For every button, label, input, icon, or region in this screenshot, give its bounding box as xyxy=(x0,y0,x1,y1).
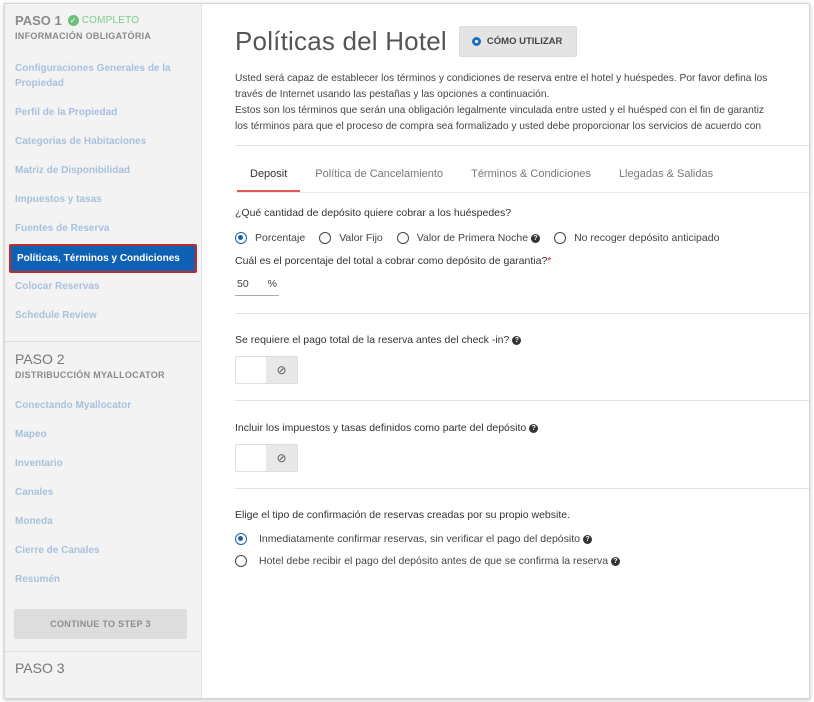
step3-title: PASO 3 xyxy=(15,660,65,676)
deposit-question: ¿Qué cantidad de depósito quiere cobrar … xyxy=(235,207,512,219)
step2-header: PASO 2 DISTRIBUCCIÓN MYALLOCATOR xyxy=(5,342,201,380)
sidebar-item-policies[interactable]: Políticas, Términos y Condiciones xyxy=(9,244,197,273)
info-icon xyxy=(471,37,481,46)
sidebar-item-property-settings[interactable]: Configuraciones Generales de la Propieda… xyxy=(5,55,201,99)
radio-button[interactable] xyxy=(554,232,567,244)
intro-text: Usted será capaz de establecer los térmi… xyxy=(235,71,809,135)
percent-input[interactable]: 50 % xyxy=(235,276,279,296)
radio-label: Valor de Primera Noche? xyxy=(417,232,541,244)
radio-label: Inmediatamente confirmar reservas, sin v… xyxy=(259,533,592,545)
sidebar-item-property-profile[interactable]: Perfil de la Propiedad xyxy=(5,99,201,128)
main-content: Políticas del Hotel CÓMO UTILIZAR Usted … xyxy=(235,4,809,698)
include-taxes-section: Incluir los impuestos y tasas definidos … xyxy=(235,422,809,472)
radio-button[interactable] xyxy=(235,555,247,567)
continue-step3-button[interactable]: CONTINUE TO STEP 3 xyxy=(14,609,187,639)
tab-cancellation[interactable]: Política de Cancelamiento xyxy=(302,163,456,192)
step1-header: PASO 1 ✓ COMPLETO INFORMACIÓN OBLIGATÓRI… xyxy=(5,4,201,41)
intro-divider xyxy=(235,145,809,146)
sidebar-item-place-reservations[interactable]: Colocar Reservas xyxy=(5,273,201,302)
sidebar-item-availability-matrix[interactable]: Matriz de Disponibilidad xyxy=(5,157,201,186)
tab-deposit[interactable]: Deposit xyxy=(237,163,301,192)
step1-title: PASO 1 xyxy=(15,13,62,28)
sidebar-item-taxes-fees[interactable]: Impuestos y tasas xyxy=(5,186,201,215)
section-divider xyxy=(235,313,809,314)
sidebar-item-room-categories[interactable]: Categorias de Habitaciones xyxy=(5,128,201,157)
intro-line: Estos son los términos que serán una obl… xyxy=(235,105,764,116)
sidebar-item-summary[interactable]: Resumén xyxy=(5,566,201,595)
radio-label: Valor Fijo xyxy=(339,232,383,244)
sidebar-item-booking-sources[interactable]: Fuentes de Reserva xyxy=(5,215,201,244)
sidebar-item-inventory[interactable]: Inventario xyxy=(5,450,201,479)
deposit-amount-section: ¿Qué cantidad de depósito quiere cobrar … xyxy=(235,207,809,296)
radio-button[interactable] xyxy=(319,232,332,244)
section-divider xyxy=(235,488,809,489)
step2-subtitle: DISTRIBUCCIÓN MYALLOCATOR xyxy=(15,370,165,380)
intro-line: Usted será capaz de establecer los térmi… xyxy=(235,73,768,84)
radio-confirm-after-payment[interactable]: Hotel debe recibir el pago del depósito … xyxy=(235,555,809,567)
tab-terms[interactable]: Términos & Condiciones xyxy=(458,163,604,192)
radio-button-checked[interactable] xyxy=(235,232,247,244)
how-to-use-button[interactable]: CÓMO UTILIZAR xyxy=(458,26,578,57)
include-taxes-toggle[interactable]: ⊘ xyxy=(235,444,298,472)
radio-button-checked[interactable] xyxy=(235,533,247,545)
intro-line: los términos para que el proceso de comp… xyxy=(235,121,762,132)
include-taxes-question: Incluir los impuestos y tasas definidos … xyxy=(235,422,809,434)
toggle-off-icon: ⊘ xyxy=(266,357,297,383)
help-icon[interactable]: ? xyxy=(529,423,539,433)
help-icon[interactable]: ? xyxy=(611,556,621,566)
step1-nav: Configuraciones Generales de la Propieda… xyxy=(5,55,201,331)
required-mark: * xyxy=(547,255,552,267)
confirmation-question: Elige el tipo de confirmación de reserva… xyxy=(235,509,571,521)
step2-title: PASO 2 xyxy=(15,351,65,367)
page-title: Políticas del Hotel xyxy=(235,26,447,56)
sidebar-item-connect-myallocator[interactable]: Conectando Myallocator xyxy=(5,392,201,421)
full-payment-question: Se requiere el pago total de la reserva … xyxy=(235,334,809,346)
how-to-use-label: CÓMO UTILIZAR xyxy=(486,36,563,47)
percent-question: Cuál es el porcentaje del total a cobrar… xyxy=(235,255,552,267)
deposit-type-group: Porcentaje Valor Fijo Valor de Primera N… xyxy=(235,232,809,244)
sidebar-item-mapping[interactable]: Mapeo xyxy=(5,421,201,450)
radio-first-night[interactable]: Valor de Primera Noche? xyxy=(396,232,541,244)
confirmation-section: Elige el tipo de confirmación de reserva… xyxy=(235,509,809,567)
percent-unit: % xyxy=(267,278,277,290)
check-icon: ✓ xyxy=(67,15,79,26)
setup-sidebar: PASO 1 ✓ COMPLETO INFORMACIÓN OBLIGATÓRI… xyxy=(5,4,202,698)
radio-button[interactable] xyxy=(396,232,409,244)
policy-tabs: Deposit Política de Cancelamiento Términ… xyxy=(237,163,809,192)
sidebar-item-channel-closure[interactable]: Cierre de Canales xyxy=(5,537,201,566)
tabs-underline xyxy=(237,192,809,193)
step2-nav: Conectando Myallocator Mapeo Inventario … xyxy=(5,392,201,595)
step3-header: PASO 3 xyxy=(5,652,201,676)
radio-percentage[interactable]: Porcentaje xyxy=(235,232,305,244)
step1-subtitle: INFORMACIÓN OBLIGATÓRIA xyxy=(15,31,152,41)
radio-label: Porcentaje xyxy=(255,232,306,244)
intro-line: través de Internet usando las pestañas y… xyxy=(235,89,550,100)
step1-complete-badge: ✓ COMPLETO xyxy=(67,15,140,26)
radio-fixed-value[interactable]: Valor Fijo xyxy=(319,232,383,244)
tab-arrivals-departures[interactable]: Llegadas & Salidas xyxy=(606,163,726,192)
radio-confirm-immediately[interactable]: Inmediatamente confirmar reservas, sin v… xyxy=(235,533,809,545)
sidebar-item-currency[interactable]: Moneda xyxy=(5,508,201,537)
help-icon[interactable]: ? xyxy=(583,534,592,544)
step1-status: COMPLETO xyxy=(81,15,140,26)
full-payment-section: Se requiere el pago total de la reserva … xyxy=(235,334,809,384)
section-divider xyxy=(235,400,809,401)
title-row: Políticas del Hotel CÓMO UTILIZAR xyxy=(235,26,809,57)
radio-label: No recoger depósito anticipado xyxy=(574,232,720,244)
sidebar-item-channels[interactable]: Canales xyxy=(5,479,201,508)
app-window: PASO 1 ✓ COMPLETO INFORMACIÓN OBLIGATÓRI… xyxy=(4,3,810,699)
help-icon[interactable]: ? xyxy=(512,335,522,345)
sidebar-item-schedule-review[interactable]: Schedule Review xyxy=(5,302,201,331)
full-payment-toggle[interactable]: ⊘ xyxy=(235,356,298,384)
percent-value[interactable]: 50 xyxy=(237,278,249,290)
radio-no-deposit[interactable]: No recoger depósito anticipado xyxy=(554,232,719,244)
help-icon[interactable]: ? xyxy=(531,233,541,243)
toggle-off-icon: ⊘ xyxy=(266,445,297,471)
radio-label: Hotel debe recibir el pago del depósito … xyxy=(259,555,621,567)
